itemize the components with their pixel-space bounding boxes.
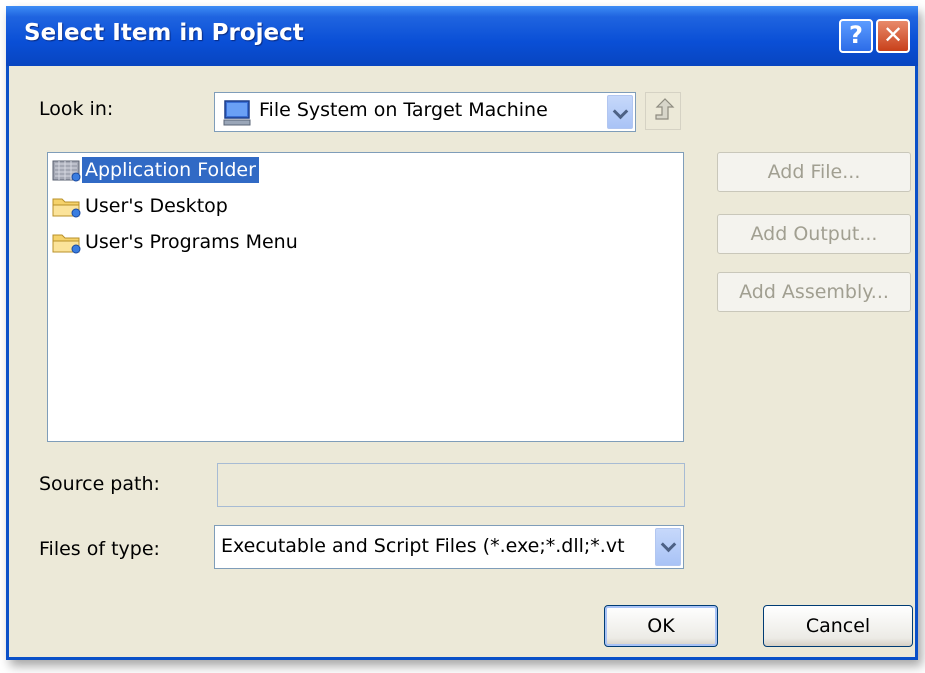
files-of-type-dropdown[interactable]: Executable and Script Files (*.exe;*.dll… (214, 525, 684, 569)
list-item-users-programs-menu[interactable]: User's Programs Menu (52, 229, 301, 255)
chevron-down-icon[interactable] (655, 528, 681, 566)
add-output-button[interactable]: Add Output... (717, 214, 911, 254)
title-bar[interactable]: Select Item in Project ? ✕ (6, 6, 918, 66)
files-of-type-label: Files of type: (39, 538, 160, 560)
files-of-type-value: Executable and Script Files (*.exe;*.dll… (221, 535, 625, 557)
add-assembly-button[interactable]: Add Assembly... (717, 272, 911, 312)
look-in-value: File System on Target Machine (259, 99, 548, 121)
up-one-level-button[interactable] (645, 92, 681, 130)
ok-button[interactable]: OK (604, 605, 718, 647)
chevron-down-icon[interactable] (607, 95, 633, 129)
add-file-button[interactable]: Add File... (717, 152, 911, 192)
list-item-label: User's Desktop (85, 195, 228, 217)
close-button[interactable]: ✕ (876, 19, 910, 53)
help-button[interactable]: ? (839, 19, 873, 53)
folder-icon (52, 198, 81, 218)
cancel-button[interactable]: Cancel (763, 605, 913, 647)
select-item-dialog: Select Item in Project ? ✕ Look in: File… (6, 6, 918, 660)
list-item-label: Application Folder (82, 157, 259, 183)
application-folder-icon (52, 160, 81, 182)
monitor-icon (223, 100, 251, 126)
list-item-label: User's Programs Menu (85, 231, 298, 253)
folder-up-icon (655, 98, 675, 120)
source-path-field[interactable] (217, 463, 685, 507)
look-in-dropdown[interactable]: File System on Target Machine (214, 92, 636, 132)
folder-icon (52, 234, 81, 254)
dialog-title: Select Item in Project (24, 20, 304, 46)
item-list[interactable]: Application Folder User's Desktop User's… (47, 152, 684, 442)
list-item-application-folder[interactable]: Application Folder (52, 157, 259, 183)
source-path-label: Source path: (39, 473, 160, 495)
list-item-users-desktop[interactable]: User's Desktop (52, 193, 231, 219)
look-in-label: Look in: (39, 98, 114, 120)
